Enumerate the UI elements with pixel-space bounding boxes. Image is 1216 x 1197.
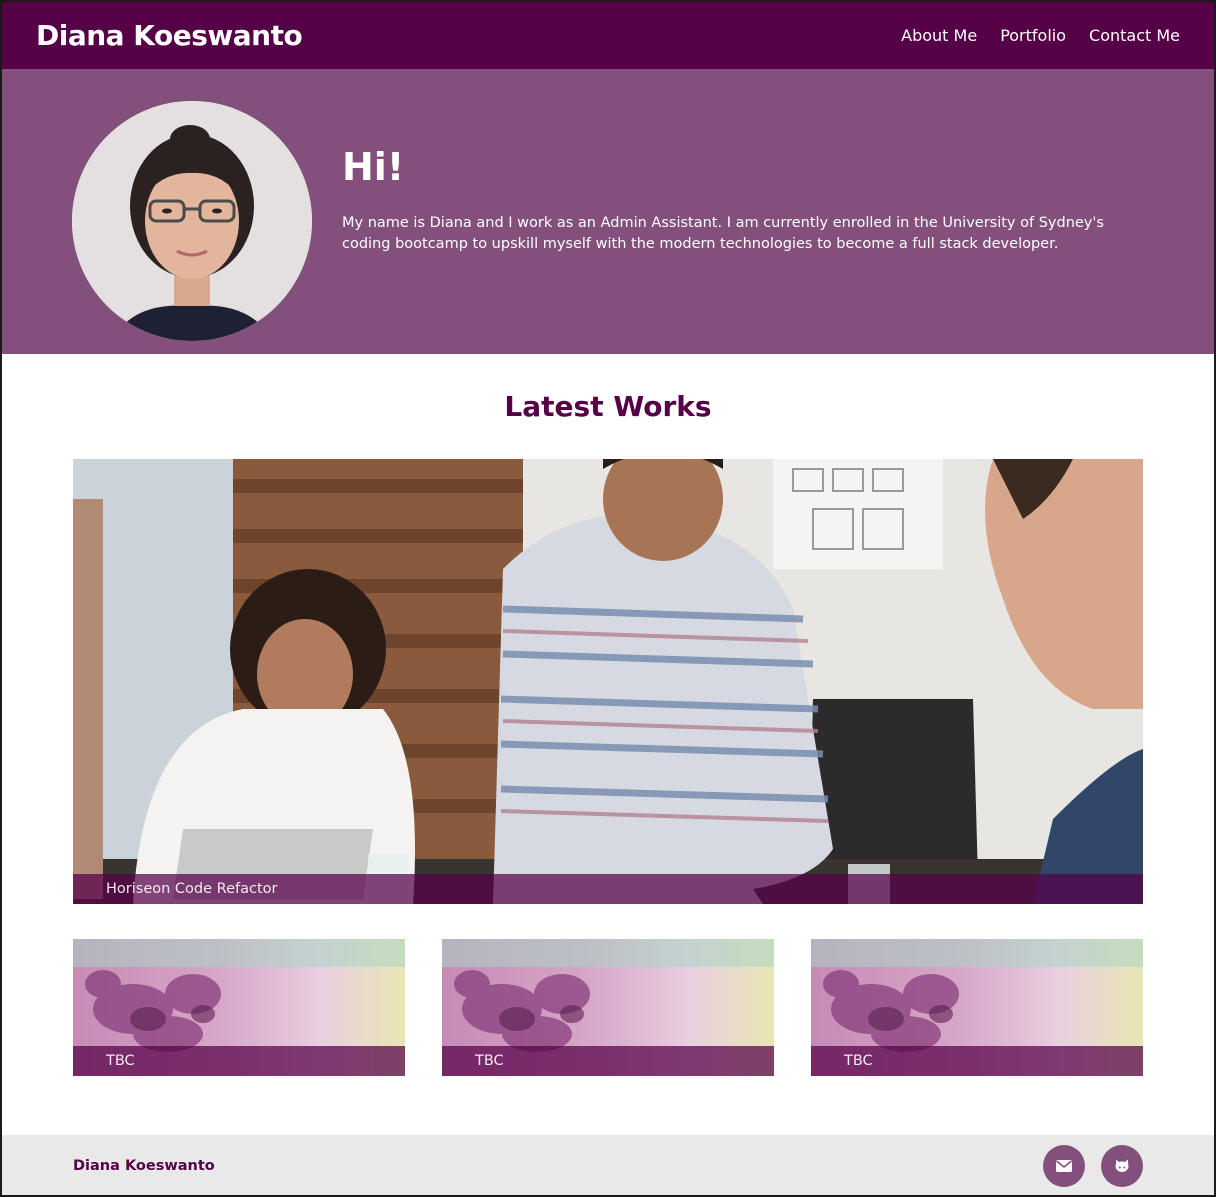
work-tile-caption: TBC [811,1046,1143,1076]
featured-work-caption: Horiseon Code Refactor [73,874,1143,904]
work-tile-1[interactable]: TBC [73,939,405,1076]
github-button[interactable] [1101,1145,1143,1187]
hero-greeting: Hi! [342,145,405,189]
profile-photo [72,101,312,341]
featured-work-card[interactable]: Horiseon Code Refactor [73,459,1143,904]
main-nav: About Me Portfolio Contact Me [901,26,1180,45]
nav-link-portfolio[interactable]: Portfolio [1000,26,1066,45]
nav-link-contact-me[interactable]: Contact Me [1089,26,1180,45]
hero-text: Hi! My name is Diana and I work as an Ad… [342,145,1114,255]
work-tile-2[interactable]: TBC [442,939,774,1076]
footer: Diana Koeswanto [2,1135,1214,1195]
envelope-icon [1056,1160,1072,1172]
latest-works-heading: Latest Works [504,390,712,423]
work-tile-caption: TBC [442,1046,774,1076]
site-brand[interactable]: Diana Koeswanto [36,19,303,52]
github-icon [1115,1159,1129,1172]
hero-section: Hi! My name is Diana and I work as an Ad… [2,69,1214,354]
work-tile-3[interactable]: TBC [811,939,1143,1076]
profile-portrait-image [72,101,312,341]
featured-work-image [73,459,1143,904]
top-navbar: Diana Koeswanto About Me Portfolio Conta… [2,2,1214,69]
hero-bio: My name is Diana and I work as an Admin … [342,215,1104,252]
footer-social-links [1043,1145,1143,1187]
work-tile-caption: TBC [73,1046,405,1076]
nav-link-about-me[interactable]: About Me [901,26,977,45]
email-button[interactable] [1043,1145,1085,1187]
page: Diana Koeswanto About Me Portfolio Conta… [0,0,1216,1197]
footer-name: Diana Koeswanto [73,1158,215,1174]
